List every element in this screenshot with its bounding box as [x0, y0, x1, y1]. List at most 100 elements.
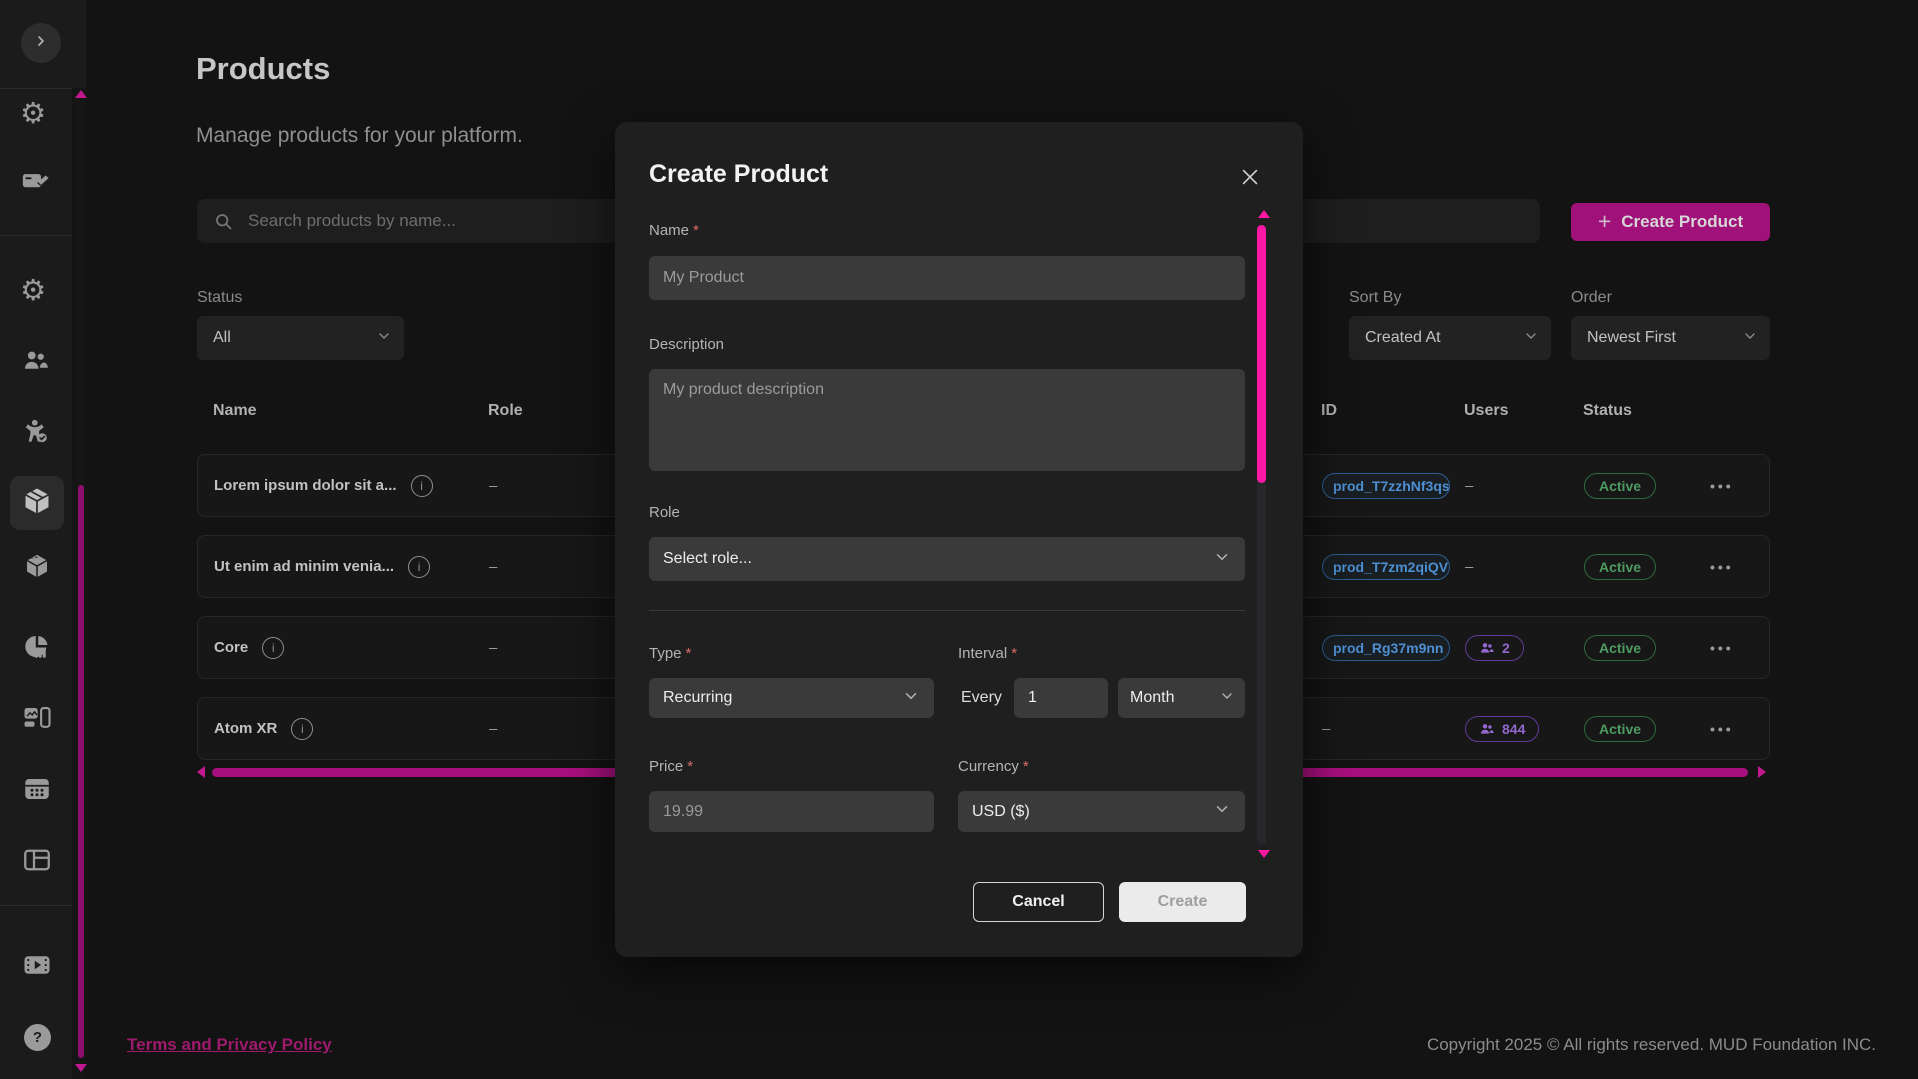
users-icon	[1479, 640, 1495, 656]
name-input[interactable]	[649, 256, 1245, 300]
chevron-down-icon	[1213, 548, 1231, 571]
row-menu-button[interactable]: •••	[1710, 478, 1734, 494]
billing-card-icon[interactable]	[21, 166, 51, 196]
chevron-down-icon	[1523, 328, 1539, 349]
panel-layout-icon[interactable]	[22, 845, 52, 875]
currency-select[interactable]: USD ($)	[958, 791, 1245, 832]
sidebar-scroll-up-arrow[interactable]	[75, 90, 87, 98]
users-badge: 2	[1465, 635, 1524, 661]
chevron-down-icon	[1219, 688, 1235, 709]
product-id-value: –	[1322, 720, 1330, 737]
type-label: Type*	[649, 645, 691, 662]
analytics-pie-icon[interactable]	[22, 632, 52, 662]
calendar-icon[interactable]	[22, 774, 52, 804]
row-menu-button[interactable]: •••	[1710, 721, 1734, 737]
sort-by-label: Sort By	[1349, 289, 1401, 307]
role-value: –	[489, 558, 497, 575]
chevron-down-icon	[902, 687, 920, 710]
create-product-modal: Create Product Name* Description Role Se…	[615, 122, 1303, 957]
name-label: Name*	[649, 222, 699, 239]
info-icon[interactable]	[262, 637, 284, 659]
person-check-icon[interactable]	[21, 417, 51, 447]
modal-scroll-down-arrow[interactable]	[1258, 850, 1270, 858]
table-scroll-left-arrow[interactable]	[197, 766, 205, 778]
sidebar-item-products-active[interactable]	[10, 476, 64, 530]
create-product-button[interactable]: + Create Product	[1571, 203, 1770, 241]
media-layout-icon[interactable]	[22, 703, 52, 733]
search-icon	[213, 211, 234, 232]
page-subtitle: Manage products for your platform.	[196, 124, 523, 148]
screen: ⚙ ⚙	[0, 0, 1918, 1079]
role-value: –	[489, 477, 497, 494]
chevron-down-icon	[1213, 800, 1231, 823]
settings-icon[interactable]: ⚙	[20, 276, 46, 305]
package-icon	[21, 485, 53, 522]
product-name: Ut enim ad minim venia...	[214, 558, 394, 575]
users-icon[interactable]	[21, 346, 51, 376]
product-id-badge: prod_T7zzhNf3qs	[1322, 473, 1450, 499]
modal-scroll-up-arrow[interactable]	[1258, 210, 1270, 218]
modal-title: Create Product	[649, 160, 828, 189]
terms-privacy-link[interactable]: Terms and Privacy Policy	[127, 1035, 332, 1055]
sidebar-scroll-down-arrow[interactable]	[75, 1064, 87, 1072]
product-id-badge: prod_T7zm2qiQV	[1322, 554, 1450, 580]
type-select[interactable]: Recurring	[649, 678, 934, 718]
settings-icon[interactable]: ⚙	[20, 99, 46, 128]
row-menu-button[interactable]: •••	[1710, 559, 1734, 575]
column-header-status: Status	[1583, 402, 1632, 420]
divider	[0, 88, 72, 89]
photos-icon[interactable]	[22, 551, 52, 581]
description-textarea[interactable]	[649, 369, 1245, 471]
copyright-text: Copyright 2025 © All rights reserved. MU…	[1427, 1035, 1876, 1055]
required-marker: *	[1011, 645, 1017, 662]
create-button-disabled[interactable]: Create	[1119, 882, 1246, 922]
status-badge: Active	[1584, 716, 1656, 742]
required-marker: *	[686, 645, 692, 662]
row-menu-button[interactable]: •••	[1710, 640, 1734, 656]
divider	[0, 235, 72, 236]
column-header-id: ID	[1321, 402, 1337, 420]
help-icon[interactable]: ?	[24, 1024, 51, 1051]
video-media-icon[interactable]	[22, 950, 52, 980]
close-icon[interactable]	[1239, 166, 1261, 193]
status-badge: Active	[1584, 635, 1656, 661]
table-scroll-right-arrow[interactable]	[1758, 766, 1766, 778]
order-label: Order	[1571, 289, 1612, 307]
required-marker: *	[693, 222, 699, 239]
role-select[interactable]: Select role...	[649, 537, 1245, 581]
plus-icon: +	[1598, 208, 1611, 235]
modal-scroll-thumb[interactable]	[1257, 225, 1266, 483]
product-id-badge: prod_Rg37m9nn	[1322, 635, 1450, 661]
status-badge: Active	[1584, 554, 1656, 580]
sort-by-dropdown[interactable]: Created At	[1349, 316, 1551, 360]
column-header-name: Name	[213, 402, 257, 420]
cancel-button[interactable]: Cancel	[973, 882, 1104, 922]
currency-label: Currency*	[958, 758, 1029, 775]
status-dropdown[interactable]: All	[197, 316, 404, 360]
interval-every-label: Every	[961, 678, 1002, 718]
info-icon[interactable]	[408, 556, 430, 578]
info-icon[interactable]	[291, 718, 313, 740]
product-name: Lorem ipsum dolor sit a...	[214, 477, 397, 494]
order-dropdown[interactable]: Newest First	[1571, 316, 1770, 360]
sidebar-toggle-button[interactable]	[21, 23, 61, 63]
divider	[649, 610, 1245, 611]
role-value: –	[489, 720, 497, 737]
interval-unit-select[interactable]: Month	[1118, 678, 1245, 718]
role-label: Role	[649, 504, 680, 521]
description-label: Description	[649, 336, 724, 353]
users-value: –	[1465, 558, 1473, 575]
users-value: –	[1465, 477, 1473, 494]
status-filter-label: Status	[197, 289, 242, 307]
users-badge: 844	[1465, 716, 1539, 742]
product-name: Core	[214, 639, 248, 656]
price-input[interactable]	[649, 791, 934, 832]
sidebar-scroll-thumb[interactable]	[78, 485, 84, 1058]
status-badge: Active	[1584, 473, 1656, 499]
chevron-down-icon	[1742, 328, 1758, 349]
column-header-users: Users	[1464, 402, 1508, 420]
required-marker: *	[1023, 758, 1029, 775]
info-icon[interactable]	[411, 475, 433, 497]
interval-count-input[interactable]	[1014, 678, 1108, 718]
role-value: –	[489, 639, 497, 656]
